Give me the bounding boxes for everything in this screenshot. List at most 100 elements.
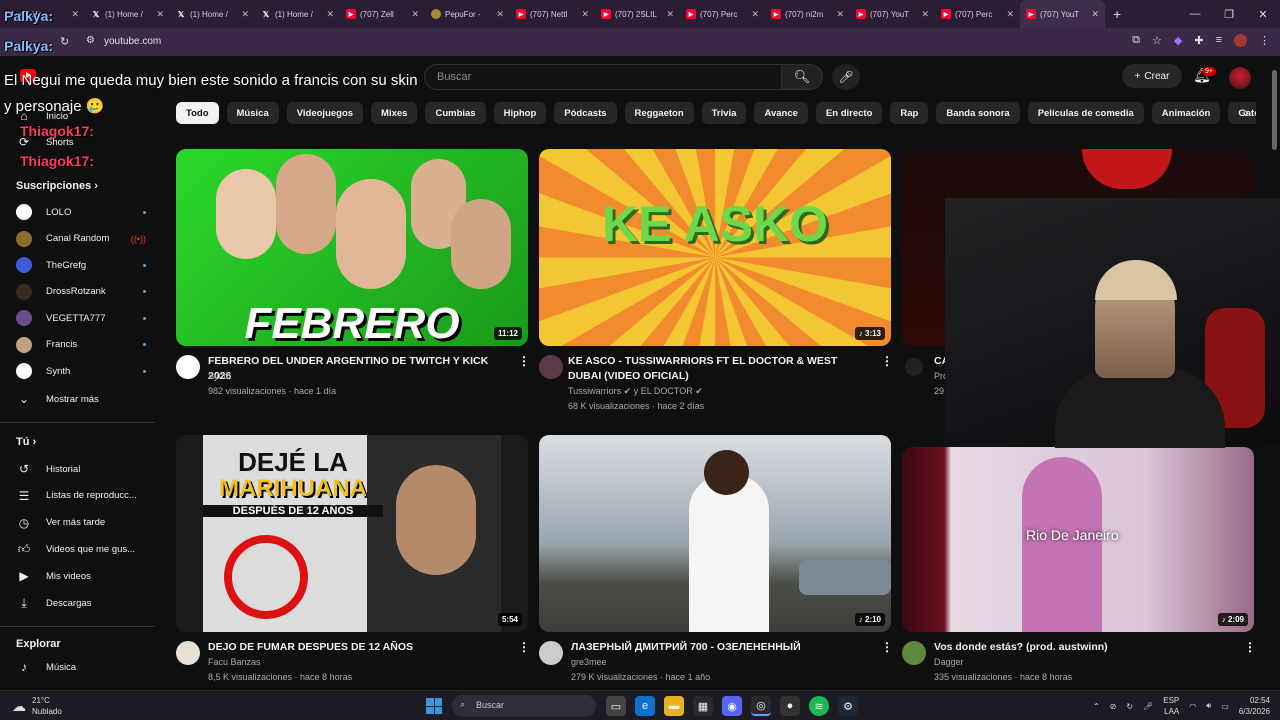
close-icon[interactable]: ✕	[581, 9, 589, 20]
discord-icon[interactable]: ◉	[722, 696, 742, 716]
taskbar-search[interactable]: ⌕ Buscar	[452, 695, 596, 717]
task-view-icon[interactable]: ▭	[606, 696, 626, 716]
video-title[interactable]: KE ASCO - TUSSIWARRIORS FT EL DOCTOR & W…	[568, 354, 868, 384]
sidebar-subscription[interactable]: VEGETTA777	[16, 306, 146, 330]
video-thumbnail[interactable]: Rio De Janeiro ♪ 2:09	[902, 447, 1254, 632]
video-title[interactable]: ЛАЗЕРНЫЙ ДМИТРИЙ 700 - ОЗЕЛЕНЕННЫЙ	[571, 640, 801, 655]
filter-chip[interactable]: Todo	[176, 102, 219, 124]
windows-start-icon[interactable]	[426, 698, 442, 714]
browser-tab[interactable]: ▶ (707) YouT ✕	[850, 0, 935, 28]
video-thumbnail[interactable]: ♪ 2:10	[539, 435, 891, 632]
maximize-button[interactable]: ❐	[1212, 8, 1246, 21]
browser-tab[interactable]: PepuFor - ✕	[425, 0, 510, 28]
video-thumbnail[interactable]: DEJÉ LA MARIHUANA DESPUÉS DE 12 AÑOS 5:5…	[176, 435, 528, 632]
channel-avatar[interactable]	[539, 355, 563, 379]
close-window-button[interactable]: ✕	[1246, 8, 1280, 21]
video-thumbnail[interactable]: FEBRERO 11:12	[176, 149, 528, 346]
subscriptions-heading[interactable]: Suscripciones ›	[16, 180, 98, 192]
browser-tab[interactable]: 𝕏 (1) Home / ✕	[85, 0, 170, 28]
sidebar-item-music[interactable]: ♪ Música	[16, 655, 146, 679]
show-more-button[interactable]: ⌄ Mostrar más	[16, 387, 146, 411]
wifi-icon[interactable]: ◠	[1189, 702, 1196, 711]
channel-name[interactable]: gre3mee	[571, 655, 607, 670]
reload-icon[interactable]: ↻	[60, 35, 69, 48]
volume-icon[interactable]: 🔊︎	[1206, 701, 1211, 711]
filter-chip[interactable]: Música	[226, 102, 279, 124]
filter-chip[interactable]: Pódcasts	[554, 102, 617, 124]
chevron-up-icon[interactable]: ⌃	[1093, 702, 1100, 711]
channel-avatar[interactable]	[176, 641, 200, 665]
browser-tab[interactable]: 𝕏 (1) Home / ✕	[170, 0, 255, 28]
more-options-icon[interactable]: ⋮	[881, 354, 893, 368]
video-title[interactable]: DEJO DE FUMAR DESPUES DE 12 AÑOS	[208, 640, 413, 655]
more-options-icon[interactable]: ⋮	[518, 354, 530, 368]
sidebar-item-download[interactable]: ⤓ Descargas	[16, 591, 146, 615]
chrome-icon[interactable]: ◎	[751, 696, 771, 716]
close-icon[interactable]: ✕	[496, 9, 504, 20]
mute-icon[interactable]: ⊘	[1110, 702, 1117, 711]
update-icon[interactable]: ↻	[1126, 702, 1133, 711]
profile-avatar[interactable]	[1234, 34, 1247, 47]
close-icon[interactable]: ✕	[241, 9, 249, 20]
account-avatar[interactable]	[1229, 67, 1251, 89]
browser-tab[interactable]: ▶ (707) ni2m ✕	[765, 0, 850, 28]
close-icon[interactable]: ✕	[156, 9, 164, 20]
close-icon[interactable]: ✕	[71, 9, 79, 20]
channel-avatar[interactable]	[905, 358, 923, 376]
filter-chip[interactable]: Gatos	[1228, 102, 1256, 124]
spotify-icon[interactable]: ≋	[809, 696, 829, 716]
more-options-icon[interactable]: ⋮	[1244, 640, 1256, 654]
sidebar-subscription[interactable]: Francis	[16, 333, 146, 357]
filter-chip[interactable]: Hiphop	[493, 102, 547, 124]
extensions-puzzle-icon[interactable]: ✚	[1194, 34, 1203, 47]
filter-chip[interactable]: Películas de comedia	[1027, 102, 1144, 124]
more-options-icon[interactable]: ⋮	[518, 640, 530, 654]
video-thumbnail[interactable]: KE ASKO ♪ 3:13	[539, 149, 891, 346]
obs-icon[interactable]: ●	[780, 696, 800, 716]
sidebar-subscription[interactable]: Canal Random ((•))	[16, 227, 146, 251]
search-input[interactable]: Buscar	[424, 64, 782, 90]
channel-avatar[interactable]	[902, 641, 926, 665]
channel-avatar[interactable]	[539, 641, 563, 665]
browser-tab[interactable]: ▶ (707) 2SLIL ✕	[595, 0, 680, 28]
language-indicator[interactable]: ESP LAA	[1163, 695, 1179, 717]
more-options-icon[interactable]: ⋮	[881, 640, 893, 654]
mic-icon[interactable]: 🎤︎	[1143, 702, 1153, 711]
sidebar-subscription[interactable]: LOLO	[16, 200, 146, 224]
menu-icon[interactable]: ⋮	[1259, 34, 1270, 47]
weather-widget[interactable]: ☁ 21°C Nublado	[12, 695, 62, 717]
close-icon[interactable]: ✕	[326, 9, 334, 20]
clock[interactable]: 02:54 6/3/2026	[1239, 695, 1270, 717]
site-info-icon[interactable]: ⚙	[86, 35, 95, 46]
sidebar-item-history[interactable]: ↺ Historial	[16, 457, 146, 481]
channel-name[interactable]: Dagger	[934, 655, 964, 670]
extension-icon[interactable]: ◆	[1174, 34, 1182, 47]
create-button[interactable]: + Crear	[1122, 64, 1182, 88]
install-icon[interactable]: ⧉	[1132, 34, 1140, 47]
sidebar-item-video[interactable]: ▶ Mis videos	[16, 564, 146, 588]
close-icon[interactable]: ✕	[1091, 9, 1099, 20]
video-title[interactable]: FEBRERO DEL UNDER ARGENTINO DE TWITCH Y …	[208, 354, 508, 384]
you-heading[interactable]: Tú ›	[16, 436, 36, 448]
browser-tab[interactable]: 𝕏 (1) Home / ✕	[255, 0, 340, 28]
filter-chip[interactable]: En directo	[815, 102, 883, 124]
sidebar-subscription[interactable]: Synth	[16, 359, 146, 383]
filter-chip[interactable]: Trivia	[701, 102, 747, 124]
close-icon[interactable]: ✕	[921, 9, 929, 20]
video-title[interactable]: Vos donde estás? (prod. austwinn)	[934, 640, 1108, 655]
store-icon[interactable]: ▦	[693, 696, 713, 716]
chevron-right-icon[interactable]: ›	[1244, 104, 1249, 120]
channel-avatar[interactable]	[176, 355, 200, 379]
sidebar-subscription[interactable]: TheGrefg	[16, 253, 146, 277]
scrollbar[interactable]	[1272, 70, 1277, 150]
bookmark-star-icon[interactable]: ☆	[1152, 34, 1162, 47]
filter-chip[interactable]: Videojuegos	[286, 102, 364, 124]
filter-chip[interactable]: Mixes	[371, 102, 418, 124]
channel-name[interactable]: Synth	[208, 369, 231, 384]
sidebar-item-thumbs-up[interactable]: 👍︎ Videos que me gus...	[16, 537, 146, 561]
sidebar-item-home[interactable]: ⌂ Inicio	[16, 104, 146, 128]
new-tab-button[interactable]: +	[1113, 6, 1121, 22]
close-icon[interactable]: ✕	[836, 9, 844, 20]
close-icon[interactable]: ✕	[1006, 9, 1014, 20]
minimize-button[interactable]: —	[1178, 8, 1212, 20]
